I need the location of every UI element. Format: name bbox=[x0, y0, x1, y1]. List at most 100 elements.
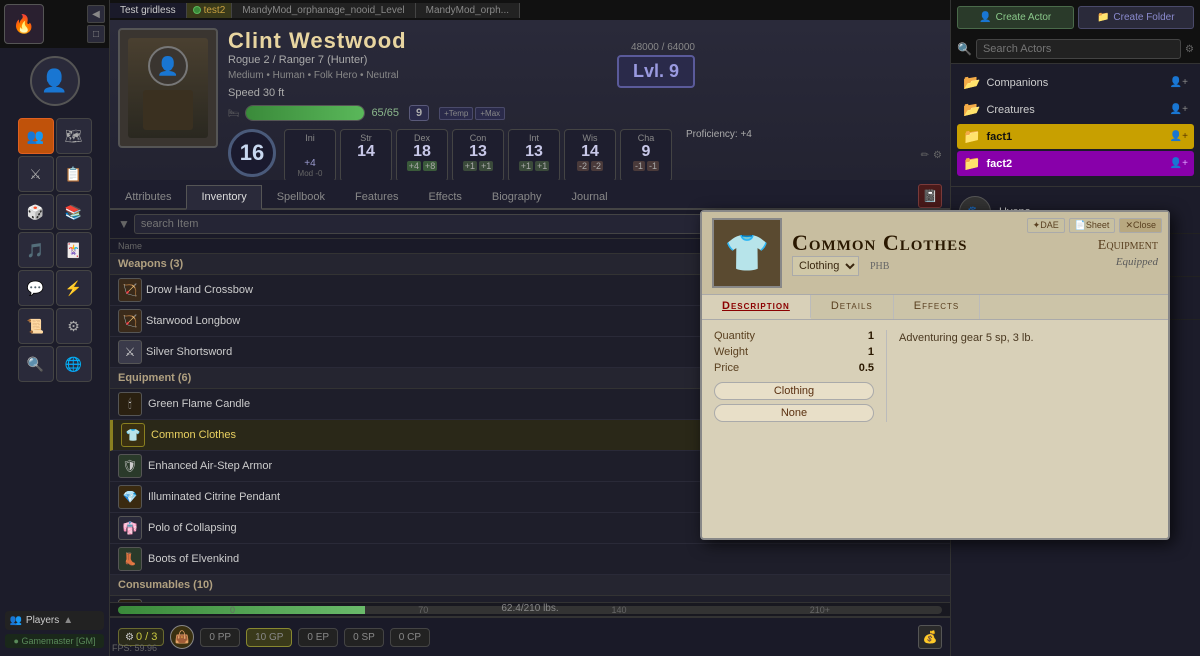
folder-open-icon: 📂 bbox=[963, 101, 980, 118]
sidebar-btn-compendium[interactable]: 📚 bbox=[56, 194, 92, 230]
sidebar-btn-cards[interactable]: 🃏 bbox=[56, 232, 92, 268]
tag-none[interactable]: None bbox=[714, 404, 874, 422]
search-icon: 🔍 bbox=[957, 42, 972, 56]
item-icon: 🛡 bbox=[118, 454, 142, 478]
rp-header: 👤 Create Actor 📁 Create Folder bbox=[951, 0, 1200, 35]
modal-close-btn[interactable]: ✕Close bbox=[1119, 218, 1162, 233]
cp-box: 0 CP bbox=[390, 628, 430, 647]
gp-box: 10 GP bbox=[246, 628, 292, 647]
modal-category-select[interactable]: Clothing bbox=[792, 256, 859, 276]
proficiency-badge: Proficiency: +4 bbox=[686, 129, 752, 182]
modal-tab-description[interactable]: Description bbox=[702, 295, 811, 319]
tab-test2[interactable]: test2 bbox=[187, 3, 233, 18]
tab-biography[interactable]: Biography bbox=[477, 185, 557, 208]
filter-icon: ▼ bbox=[118, 217, 130, 231]
sidebar-btn-actors[interactable]: 👥 bbox=[18, 118, 54, 154]
modal-eq-area: Equipment Equipped bbox=[1098, 238, 1158, 269]
sidebar-btn-journal[interactable]: 📋 bbox=[56, 156, 92, 192]
ep-box: 0 EP bbox=[298, 628, 338, 647]
folder-add-icon[interactable]: 👤+ bbox=[1170, 131, 1188, 142]
tab-journal[interactable]: Journal bbox=[556, 185, 622, 208]
item-icon: 👘 bbox=[118, 516, 142, 540]
list-item: 👢 Boots of Elvenkind bbox=[110, 544, 950, 575]
modal-tabs: Description Details Effects bbox=[702, 295, 1168, 320]
stat-ini: Ini +4 Mod -0 bbox=[284, 129, 336, 182]
weight-bar-row: 0 70 140 210+ bbox=[110, 602, 950, 616]
create-folder-btn[interactable]: 📁 Create Folder bbox=[1078, 6, 1195, 29]
gear-value: 0 / 3 bbox=[136, 631, 157, 643]
divider bbox=[951, 186, 1200, 187]
journal-icon[interactable]: 📓 bbox=[918, 184, 942, 208]
tag-clothing[interactable]: Clothing bbox=[714, 382, 874, 400]
temp-hp-btn[interactable]: +Temp bbox=[439, 107, 473, 120]
folder-add-icon[interactable]: 👤+ bbox=[1170, 158, 1188, 169]
inv-search-input[interactable] bbox=[134, 214, 768, 234]
character-name: Clint Westwood bbox=[228, 28, 942, 54]
sidebar-btn-audio[interactable]: 🎵 bbox=[18, 232, 54, 268]
stat-cha: Cha 9 -1 -1 bbox=[620, 129, 672, 182]
modal-sheet-btn[interactable]: 📄Sheet bbox=[1069, 218, 1116, 233]
create-actor-btn[interactable]: 👤 Create Actor bbox=[957, 6, 1074, 29]
character-meta: Medium • Human • Folk Hero • Neutral bbox=[228, 70, 942, 81]
modal-body: Quantity 1 Weight 1 Price 0.5 Clothing N… bbox=[702, 320, 1168, 432]
sidebar-btn-rollables[interactable]: 🎲 bbox=[18, 194, 54, 230]
tab-test-gridless[interactable]: Test gridless bbox=[110, 3, 187, 18]
modal-tags: Clothing None bbox=[714, 382, 874, 422]
tab-orph[interactable]: MandyMod_orph... bbox=[416, 3, 520, 18]
bottom-bar: ⚙ 0 / 3 👜 0 PP 10 GP 0 EP 0 SP 0 CP 💰 bbox=[110, 616, 950, 656]
tab-effects[interactable]: Effects bbox=[413, 185, 476, 208]
item-icon: 👕 bbox=[121, 423, 145, 447]
bag-icon[interactable]: 👜 bbox=[170, 625, 194, 649]
hp-text: 65/65 bbox=[371, 107, 399, 119]
loot-icon[interactable]: 💰 bbox=[918, 625, 942, 649]
modal-stats: Quantity 1 Weight 1 Price 0.5 Clothing N… bbox=[714, 330, 874, 422]
col-name-header: Name bbox=[118, 241, 714, 251]
folder-fact2[interactable]: 📁 fact2 👤+ bbox=[957, 151, 1194, 176]
folder-creatures[interactable]: 📂 Creatures 👤+ bbox=[957, 97, 1194, 122]
hp-fill bbox=[246, 106, 364, 120]
folder-add-icon[interactable]: 👤+ bbox=[1170, 77, 1188, 88]
modal-desc-text: Adventuring gear 5 sp, 3 lb. bbox=[899, 330, 1156, 347]
search-settings-icon[interactable]: ⚙ bbox=[1185, 44, 1194, 55]
modal-dae-btn[interactable]: ✦DAE bbox=[1027, 218, 1065, 233]
item-icon: 👢 bbox=[118, 547, 142, 571]
modal-tab-effects[interactable]: Effects bbox=[894, 295, 980, 319]
sidebar-btn-chat[interactable]: 💬 bbox=[18, 270, 54, 306]
folder-fact1[interactable]: 📁 fact1 👤+ bbox=[957, 124, 1194, 149]
tab-attributes[interactable]: Attributes bbox=[110, 185, 186, 208]
sidebar-btn-combat[interactable]: ⚡ bbox=[56, 270, 92, 306]
stat-str: Str 14 bbox=[340, 129, 392, 182]
sp-box: 0 SP bbox=[344, 628, 384, 647]
expand-btn[interactable]: □ bbox=[87, 25, 105, 43]
game-logo[interactable]: 🔥 bbox=[4, 4, 44, 44]
sidebar-btn-items[interactable]: ⚔ bbox=[18, 156, 54, 192]
tab-features[interactable]: Features bbox=[340, 185, 413, 208]
player-avatar[interactable]: 👤 bbox=[30, 56, 80, 106]
tab-level[interactable]: MandyMod_orphanage_nooid_Level bbox=[232, 3, 415, 18]
stat-wis: Wis 14 -2 -2 bbox=[564, 129, 616, 182]
settings-icon[interactable]: ⚙ bbox=[933, 150, 942, 161]
item-icon: 🕯 bbox=[118, 392, 142, 416]
sidebar-btn-search[interactable]: 🔍 bbox=[18, 346, 54, 382]
item-icon: 💎 bbox=[118, 485, 142, 509]
max-hp-btn[interactable]: +Max bbox=[475, 107, 505, 120]
nav-tabs: Attributes Inventory Spellbook Features … bbox=[110, 180, 950, 210]
section-consumables[interactable]: Consumables (10) bbox=[110, 575, 950, 596]
folder-companions[interactable]: 📂 Companions 👤+ bbox=[957, 70, 1194, 95]
modal-tab-details[interactable]: Details bbox=[811, 295, 894, 319]
item-icon: ⚔ bbox=[118, 340, 142, 364]
collapse-btn[interactable]: ◀ bbox=[87, 5, 105, 23]
sidebar-btn-settings[interactable]: ⚙ bbox=[56, 308, 92, 344]
rp-search: 🔍 ⚙ bbox=[951, 35, 1200, 64]
sidebar-btn-support[interactable]: 🌐 bbox=[56, 346, 92, 382]
loot-btn[interactable]: 💰 bbox=[918, 625, 942, 649]
ac-box: 16 bbox=[228, 129, 276, 177]
tab-inventory[interactable]: Inventory bbox=[186, 185, 261, 210]
sidebar-btn-macro[interactable]: 📜 bbox=[18, 308, 54, 344]
edit-icon[interactable]: ✏ bbox=[921, 150, 929, 161]
sidebar-btn-map[interactable]: 🗺 bbox=[56, 118, 92, 154]
folder-add-icon[interactable]: 👤+ bbox=[1170, 104, 1188, 115]
tab-spellbook[interactable]: Spellbook bbox=[262, 185, 340, 208]
players-section[interactable]: 👥 Players ▲ bbox=[5, 611, 103, 630]
actor-search-input[interactable] bbox=[976, 39, 1181, 59]
